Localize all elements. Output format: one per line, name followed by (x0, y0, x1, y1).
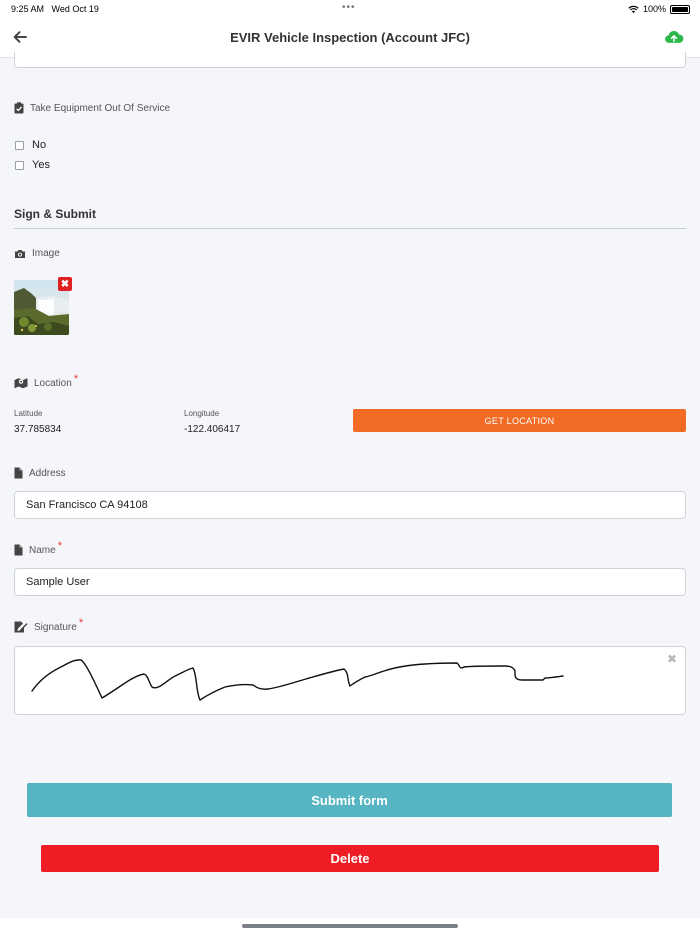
multitask-dots-icon[interactable]: ••• (342, 2, 356, 13)
remove-image-button[interactable]: ✖ (58, 277, 72, 291)
close-icon: ✖ (60, 278, 70, 290)
longitude-value: -122.406417 (184, 424, 241, 435)
status-right: 100% (628, 4, 690, 14)
status-time: 9:25 AM Wed Oct 19 (11, 4, 99, 14)
name-label: Name * (14, 540, 62, 556)
required-marker: * (57, 540, 62, 552)
equipment-option-no[interactable]: No (15, 139, 46, 151)
location-label: Location * (14, 373, 78, 389)
option-label: Yes (32, 159, 50, 171)
required-marker: * (73, 373, 79, 385)
file-icon (14, 467, 23, 479)
clear-signature-icon[interactable]: ✖ (667, 652, 677, 666)
equipment-label-text: Take Equipment Out Of Service (30, 102, 171, 114)
battery-percent: 100% (642, 4, 666, 14)
previous-field[interactable] (14, 52, 686, 68)
image-label-text: Image (32, 248, 60, 259)
address-label: Address (14, 467, 66, 479)
battery-icon (670, 4, 690, 14)
address-input[interactable]: San Francisco CA 94108 (14, 491, 686, 519)
equipment-option-yes[interactable]: Yes (15, 159, 50, 171)
home-indicator[interactable] (242, 924, 458, 928)
signature-stroke (31, 659, 564, 701)
equipment-label: Take Equipment Out Of Service (14, 102, 170, 114)
cloud-upload-icon[interactable] (664, 28, 684, 46)
delete-button[interactable]: Delete (41, 845, 659, 872)
checkbox[interactable] (15, 160, 24, 170)
image-label: Image (14, 248, 60, 259)
signature-pad[interactable]: ✖ (14, 646, 686, 715)
clipboard-check-icon (14, 102, 24, 114)
longitude-label: Longitude (184, 409, 220, 418)
submit-form-button[interactable]: Submit form (27, 783, 672, 817)
section-divider (14, 228, 686, 229)
signature-label-text: Signature (34, 621, 77, 633)
name-label-text: Name (29, 544, 56, 556)
option-label: No (32, 139, 47, 151)
page-title: EVIR Vehicle Inspection (Account JFC) (230, 30, 470, 45)
camera-icon (15, 249, 25, 258)
signature-label: Signature * (14, 617, 83, 633)
section-title: Sign & Submit (14, 207, 96, 221)
file-icon (14, 544, 23, 556)
address-label-text: Address (29, 467, 66, 479)
name-input[interactable]: Sample User (14, 568, 686, 596)
latitude-label: Latitude (14, 409, 43, 418)
map-icon (14, 378, 28, 389)
status-bar: 9:25 AM Wed Oct 19 ••• 100% (0, 0, 700, 18)
checkbox[interactable] (15, 140, 24, 150)
signature-icon (14, 621, 28, 633)
location-label-text: Location (34, 377, 72, 389)
latitude-value: 37.785834 (14, 424, 62, 435)
wifi-icon (628, 5, 639, 13)
get-location-button[interactable]: GET LOCATION (353, 409, 686, 432)
required-marker: * (78, 617, 84, 629)
